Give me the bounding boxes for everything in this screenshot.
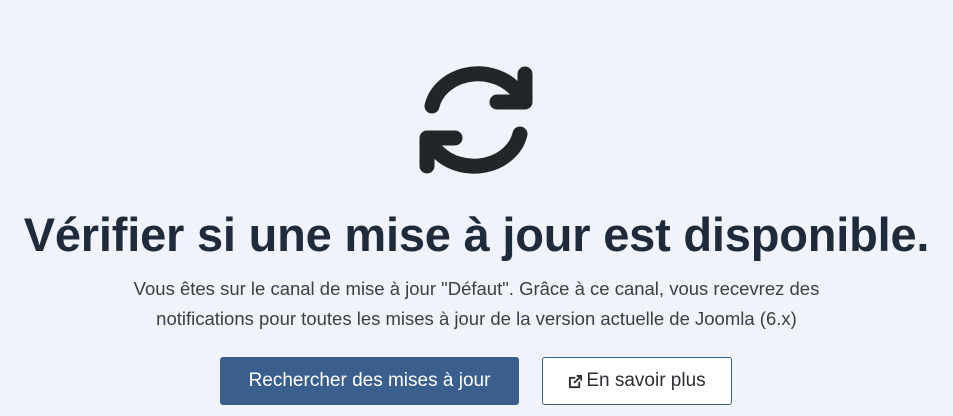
- check-updates-label: Rechercher des mises à jour: [248, 370, 491, 391]
- channel-description-line-2: notifications pour toutes les mises à jo…: [156, 308, 797, 329]
- check-updates-button[interactable]: Rechercher des mises à jour: [220, 357, 519, 405]
- sync-icon: [415, 66, 537, 174]
- learn-more-label: En savoir plus: [586, 370, 706, 391]
- channel-description-line-1: Vous êtes sur le canal de mise à jour "D…: [133, 278, 820, 299]
- update-check-panel: Vérifier si une mise à jour est disponib…: [0, 0, 953, 416]
- learn-more-button[interactable]: En savoir plus: [542, 357, 732, 405]
- page-title: Vérifier si une mise à jour est disponib…: [23, 208, 930, 261]
- external-link-icon: [568, 374, 583, 389]
